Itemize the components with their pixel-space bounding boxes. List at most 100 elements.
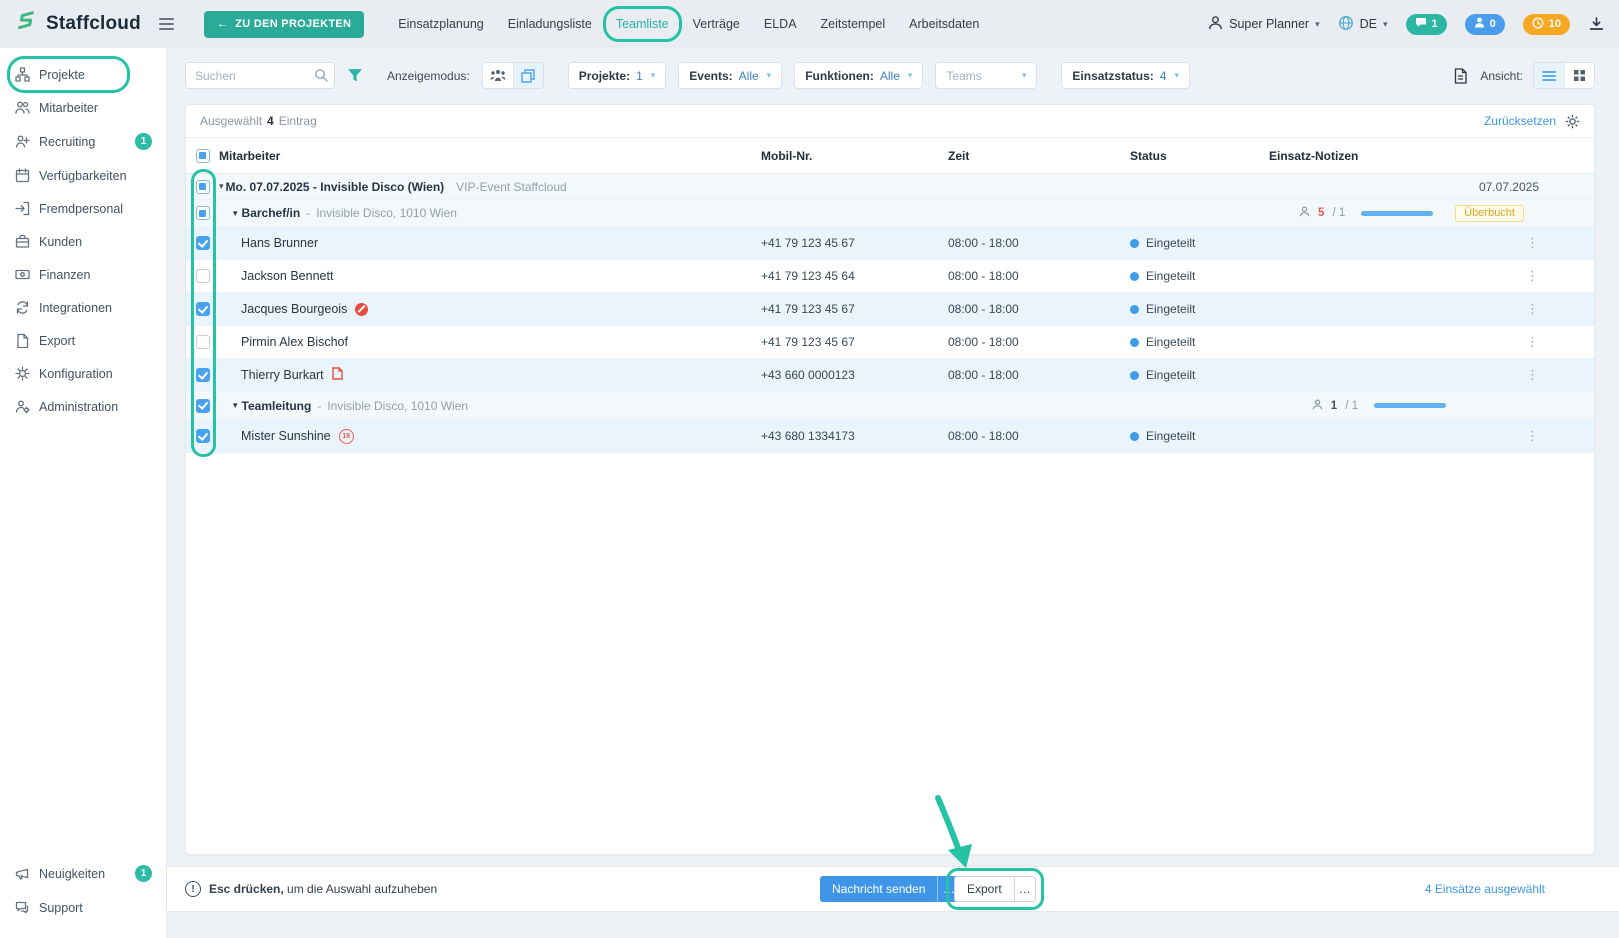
- row-menu-icon[interactable]: ⋮: [1526, 235, 1594, 251]
- chat-icon: [1415, 17, 1427, 31]
- clock-icon: [1532, 17, 1544, 32]
- person-outline-icon: [1312, 399, 1323, 413]
- tab-vertraege[interactable]: Verträge: [693, 15, 740, 33]
- group-checkbox[interactable]: [195, 206, 210, 220]
- sidebar-item-integrationen[interactable]: Integrationen: [0, 291, 166, 324]
- selection-summary: Ausgewählt 4 Eintrag: [200, 114, 317, 128]
- table-row[interactable]: Thierry Burkart +43 660 0000123 08:00 - …: [186, 359, 1594, 392]
- arrow-left-icon: ←: [216, 18, 229, 30]
- table-settings-gear-icon[interactable]: [1565, 114, 1580, 129]
- filter-projekte-dropdown[interactable]: Projekte: 1 ▾: [567, 62, 667, 89]
- list-view-toggle[interactable]: [1534, 63, 1564, 88]
- row-menu-icon[interactable]: ⋮: [1526, 268, 1594, 284]
- sidebar-item-projekte[interactable]: Projekte: [0, 56, 166, 93]
- filter-label: Events:: [689, 68, 733, 83]
- sidebar-item-kunden[interactable]: Kunden: [0, 225, 166, 258]
- filter-events-dropdown[interactable]: Events: Alle ▾: [678, 62, 783, 89]
- esc-hint-text: um die Auswahl aufzuheben: [287, 882, 438, 896]
- export-button[interactable]: Export: [954, 876, 1014, 902]
- hamburger-menu-icon[interactable]: [158, 18, 174, 30]
- group-name: Teamleitung: [241, 398, 312, 413]
- table-row[interactable]: Jackson Bennett +41 79 123 45 64 08:00 -…: [186, 260, 1594, 293]
- sidebar-item-mitarbeiter[interactable]: Mitarbeiter: [0, 91, 166, 124]
- person-badge[interactable]: 0: [1464, 13, 1505, 35]
- group-checkbox[interactable]: [195, 398, 210, 413]
- sidebar-item-label: Support: [39, 900, 83, 915]
- row-checkbox[interactable]: [195, 302, 210, 316]
- neuigkeiten-count-badge: 1: [135, 865, 152, 882]
- row-checkbox[interactable]: [195, 269, 210, 283]
- sidebar-item-finanzen[interactable]: Finanzen: [0, 258, 166, 291]
- table-row[interactable]: Mister Sunshine 18 +43 680 1334173 08:00…: [186, 420, 1594, 453]
- sidebar-item-label: Neuigkeiten: [39, 866, 106, 881]
- group-separator: -: [317, 398, 322, 413]
- sidebar-item-recruiting[interactable]: Recruiting 1: [0, 124, 166, 159]
- function-group-row[interactable]: ▾ Teamleitung - Invisible Disco, 1010 Wi…: [186, 392, 1594, 420]
- collapse-triangle-icon[interactable]: ▾: [219, 181, 224, 192]
- file-export-icon[interactable]: [1453, 67, 1468, 84]
- row-checkbox[interactable]: [195, 429, 210, 443]
- send-message-button[interactable]: Nachricht senden: [820, 876, 938, 902]
- back-to-projects-button[interactable]: ← ZU DEN PROJEKTEN: [203, 10, 365, 38]
- table-row[interactable]: Jacques Bourgeois +41 79 123 45 67 08:00…: [186, 293, 1594, 326]
- filter-funktionen-dropdown[interactable]: Funktionen: Alle ▾: [794, 62, 924, 89]
- row-checkbox[interactable]: [195, 335, 210, 349]
- sidebar-item-verfuegbarkeiten[interactable]: Verfügbarkeiten: [0, 159, 166, 192]
- brand[interactable]: Staffcloud: [14, 10, 141, 39]
- banknote-icon: [14, 267, 30, 282]
- sidebar-item-neuigkeiten[interactable]: Neuigkeiten 1: [0, 856, 166, 891]
- sidebar-item-label: Verfügbarkeiten: [39, 168, 127, 183]
- column-mitarbeiter: Mitarbeiter: [219, 148, 281, 163]
- sidebar-item-support[interactable]: Support: [0, 891, 166, 924]
- select-all-checkbox[interactable]: [195, 148, 210, 163]
- collapse-triangle-icon[interactable]: ▾: [233, 400, 238, 411]
- chevron-down-icon: ▾: [766, 70, 772, 80]
- export-more-button[interactable]: …: [1013, 876, 1036, 902]
- tab-zeitstempel[interactable]: Zeitstempel: [821, 15, 886, 33]
- member-phone: +41 79 123 45 67: [761, 335, 855, 349]
- copy-view-toggle[interactable]: [512, 63, 543, 88]
- reset-selection-link[interactable]: Zurücksetzen: [1484, 114, 1556, 128]
- chat-badge[interactable]: 1: [1405, 13, 1447, 35]
- group-location: Invisible Disco, 1010 Wien: [316, 206, 457, 220]
- row-checkbox[interactable]: [195, 236, 210, 250]
- row-checkbox[interactable]: [195, 368, 210, 382]
- language-menu[interactable]: DE ▾: [1338, 15, 1388, 34]
- table-row[interactable]: Pirmin Alex Bischof +41 79 123 45 67 08:…: [186, 326, 1594, 359]
- sidebar-item-export[interactable]: Export: [0, 324, 166, 357]
- sidebar-item-konfiguration[interactable]: Konfiguration: [0, 357, 166, 390]
- selected-einsaetze-link[interactable]: 4 Einsätze ausgewählt: [1425, 882, 1545, 896]
- row-menu-icon[interactable]: ⋮: [1526, 334, 1594, 350]
- event-group-row[interactable]: ▾ Mo. 07.07.2025 - Invisible Disco (Wien…: [186, 174, 1594, 200]
- sidebar-item-administration[interactable]: Administration: [0, 390, 166, 423]
- megaphone-icon: [14, 866, 30, 881]
- row-menu-icon[interactable]: ⋮: [1526, 367, 1594, 383]
- tab-einladungsliste[interactable]: Einladungsliste: [508, 15, 592, 33]
- row-menu-icon[interactable]: ⋮: [1526, 301, 1594, 317]
- search-input[interactable]: [185, 62, 335, 89]
- collapse-triangle-icon[interactable]: ▾: [233, 208, 238, 219]
- filter-teams-dropdown[interactable]: Teams ▾: [935, 62, 1038, 89]
- tab-einsatzplanung[interactable]: Einsatzplanung: [398, 15, 483, 33]
- download-icon[interactable]: [1588, 16, 1605, 32]
- function-group-row[interactable]: ▾ Barchef/in - Invisible Disco, 1010 Wie…: [186, 200, 1594, 227]
- chevron-down-icon: ▾: [1174, 70, 1179, 80]
- sidebar-item-fremdpersonal[interactable]: Fremdpersonal: [0, 192, 166, 225]
- clock-badge[interactable]: 10: [1522, 13, 1570, 35]
- tab-elda[interactable]: ELDA: [764, 15, 797, 33]
- tab-arbeitsdaten[interactable]: Arbeitsdaten: [909, 15, 979, 33]
- age-restriction-icon: 18: [338, 428, 354, 444]
- group-view-toggle[interactable]: [483, 63, 513, 88]
- filter-value: 1: [636, 68, 643, 83]
- user-menu[interactable]: Super Planner ▾: [1208, 15, 1320, 33]
- event-checkbox[interactable]: [195, 179, 210, 194]
- grid-view-toggle[interactable]: [1564, 63, 1594, 88]
- tab-teamliste[interactable]: Teamliste: [602, 6, 682, 42]
- status-dot: [1130, 431, 1139, 441]
- status-dot: [1130, 304, 1139, 314]
- table-row[interactable]: Hans Brunner +41 79 123 45 67 08:00 - 18…: [186, 227, 1594, 260]
- filter-funnel-icon[interactable]: [347, 68, 363, 83]
- row-menu-icon[interactable]: ⋮: [1526, 428, 1594, 444]
- filter-einsatzstatus-dropdown[interactable]: Einsatzstatus: 4 ▾: [1061, 62, 1190, 89]
- member-name: Thierry Burkart: [241, 368, 324, 382]
